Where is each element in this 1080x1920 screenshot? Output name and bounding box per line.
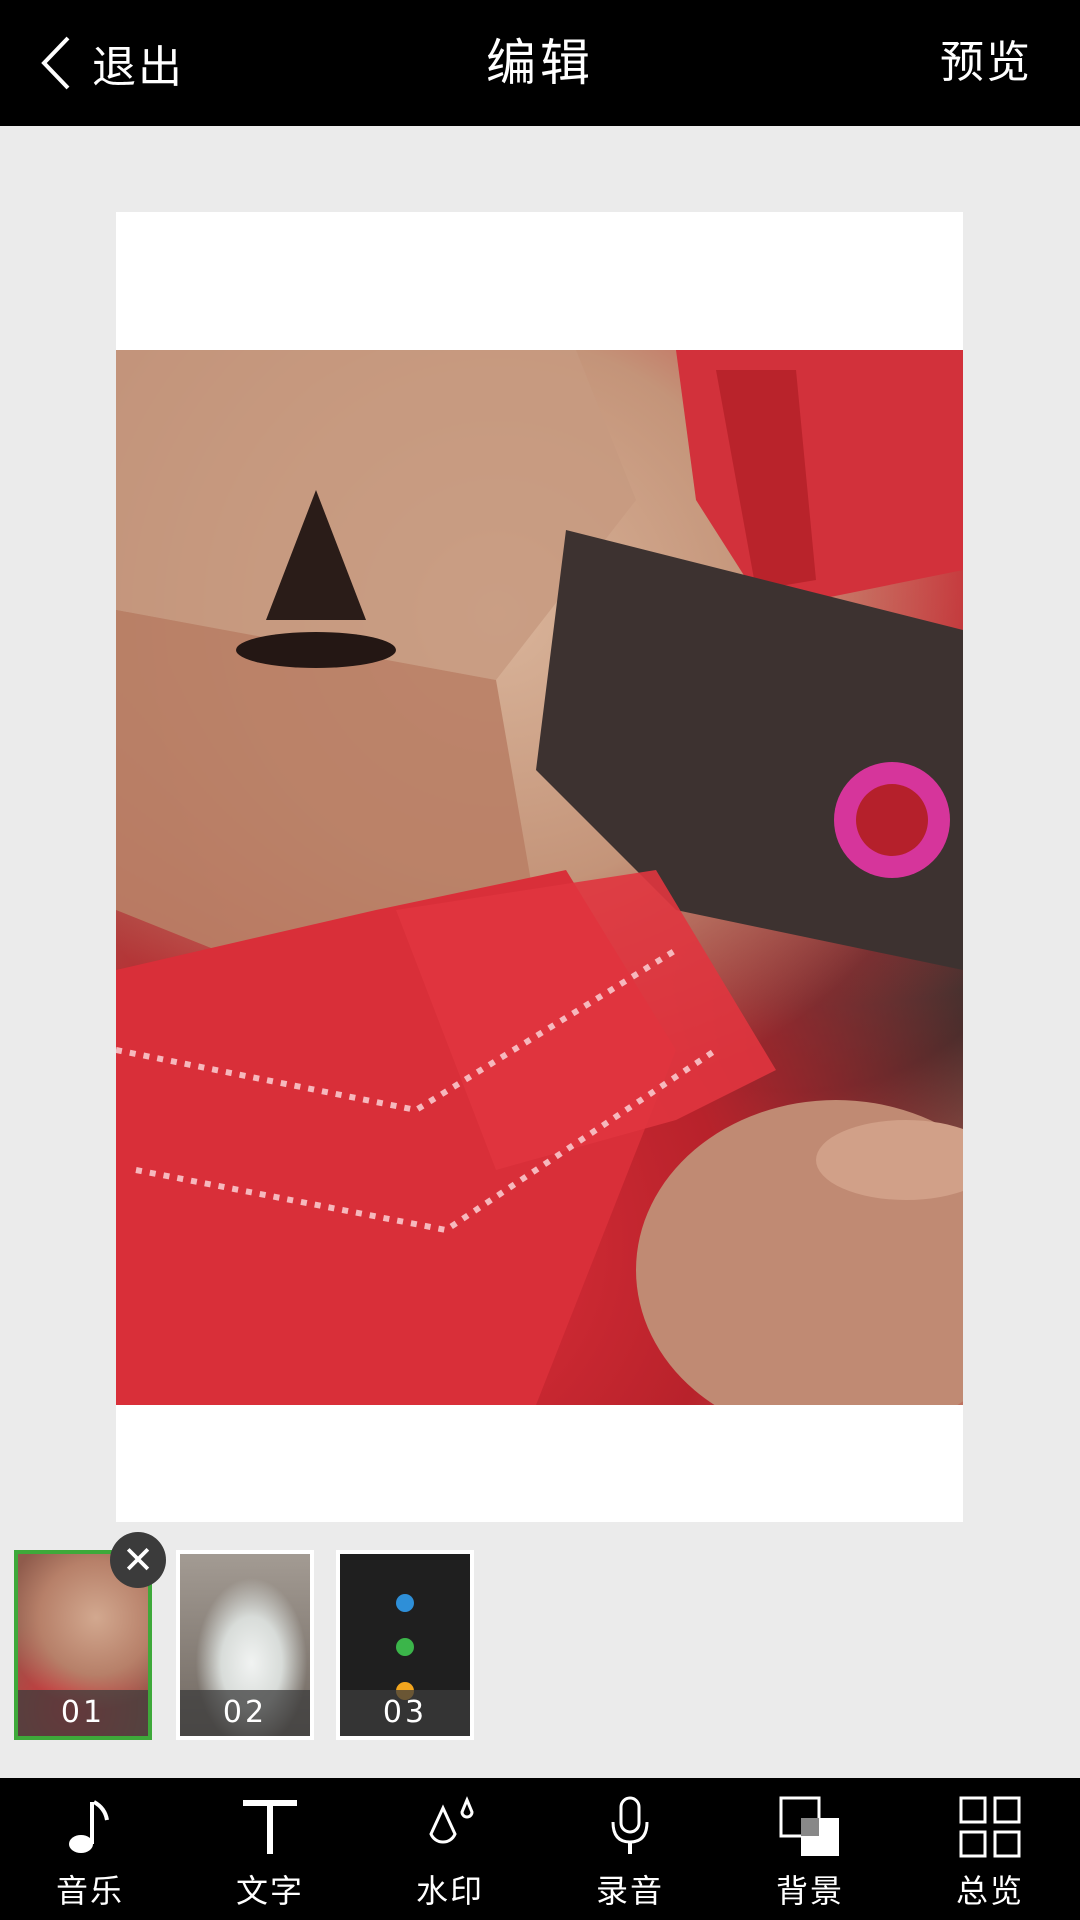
bottom-toolbar: 音乐 文字 水印 录音 背景 总览: [0, 1778, 1080, 1920]
page-title: 编辑: [486, 34, 594, 92]
thumbnail-strip: 01 ✕ 02 03: [0, 1532, 1080, 1770]
top-bar: 退出 编辑 预览: [0, 0, 1080, 126]
grid-overview-icon: [959, 1796, 1021, 1858]
tool-label: 背景: [775, 1872, 844, 1910]
music-note-icon: [69, 1800, 109, 1853]
tool-label: 文字: [235, 1872, 304, 1910]
canvas-photo: [116, 350, 963, 1405]
tool-label: 录音: [595, 1872, 664, 1910]
thumbnail-3[interactable]: 03: [336, 1550, 474, 1740]
tool-background[interactable]: 背景: [729, 1778, 891, 1920]
green-dot-icon: [396, 1638, 414, 1656]
kaleidoscope-image: [116, 350, 963, 1405]
blue-dot-icon: [396, 1594, 414, 1612]
watermark-drop-icon: [429, 1796, 474, 1844]
delete-thumbnail-button[interactable]: ✕: [110, 1532, 166, 1588]
tool-label: 总览: [955, 1872, 1024, 1910]
thumbnail-2[interactable]: 02: [176, 1550, 314, 1740]
tool-label: 音乐: [55, 1872, 124, 1910]
tool-overview[interactable]: 总览: [909, 1778, 1071, 1920]
edit-canvas[interactable]: [116, 212, 963, 1522]
microphone-icon: [611, 1796, 649, 1854]
thumbnail-number: 02: [180, 1690, 310, 1736]
tool-text[interactable]: 文字: [189, 1778, 351, 1920]
tool-music[interactable]: 音乐: [9, 1778, 171, 1920]
background-layers-icon: [779, 1796, 839, 1856]
preview-button[interactable]: 预览: [940, 30, 1032, 96]
tool-watermark[interactable]: 水印: [369, 1778, 531, 1920]
thumbnail-number: 03: [340, 1690, 470, 1736]
thumbnail-number: 01: [18, 1690, 148, 1736]
tool-record[interactable]: 录音: [549, 1778, 711, 1920]
tool-label: 水印: [415, 1872, 484, 1910]
text-icon: [243, 1800, 297, 1854]
